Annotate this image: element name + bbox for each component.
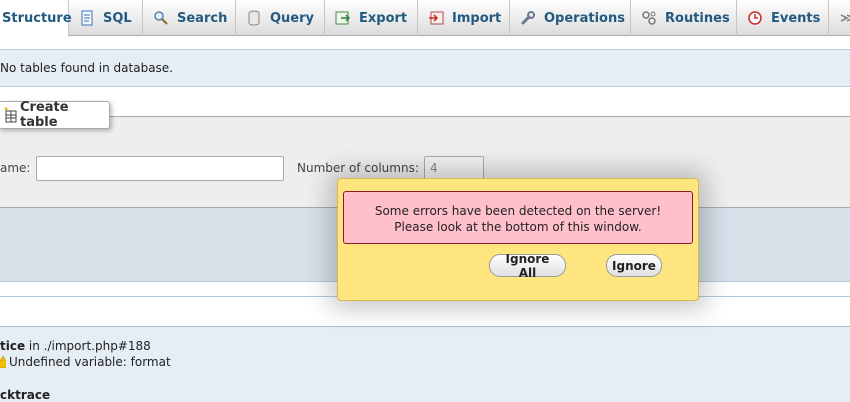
tab-label: Events xyxy=(771,10,821,26)
ignore-all-button[interactable]: Ignore All xyxy=(489,252,566,280)
routines-icon xyxy=(641,10,657,26)
tab-label: Routines xyxy=(665,10,730,26)
number-of-columns-label: Number of columns: xyxy=(297,161,419,175)
tab-sql[interactable]: SQL xyxy=(69,0,143,36)
tab-label: Operations xyxy=(544,10,625,26)
legend-label: Create table xyxy=(20,100,69,130)
table-name-input[interactable] xyxy=(36,156,284,181)
error-message-line: Undefined variable: format xyxy=(0,355,171,369)
query-icon xyxy=(246,10,262,26)
error-message: Undefined variable: format xyxy=(9,355,171,369)
tab-routines[interactable]: Routines xyxy=(631,0,737,36)
tab-export[interactable]: Export xyxy=(325,0,418,36)
tab-label: Import xyxy=(452,10,502,26)
tab-import[interactable]: Import xyxy=(418,0,510,36)
import-icon xyxy=(428,10,444,26)
clock-icon xyxy=(747,10,763,26)
no-tables-notice: No tables found in database. xyxy=(0,49,850,87)
more-tabs-icon xyxy=(839,10,850,26)
tab-label: Search xyxy=(177,10,228,26)
tab-events[interactable]: Events xyxy=(737,0,829,36)
export-icon xyxy=(335,10,351,26)
dialog-message-line-1: Some errors have been detected on the se… xyxy=(374,204,662,218)
search-icon xyxy=(153,10,169,26)
warning-icon xyxy=(0,355,11,369)
top-tab-bar: Structure SQL Search Query Export Import xyxy=(0,0,850,37)
create-table-icon xyxy=(3,107,17,123)
backtrace-heading: cktrace xyxy=(0,388,51,402)
table-name-label: ame: xyxy=(0,161,31,175)
error-message-box: Some errors have been detected on the se… xyxy=(343,191,693,244)
tab-label: Query xyxy=(270,10,315,26)
sql-icon xyxy=(79,10,95,26)
notice-text: No tables found in database. xyxy=(0,61,174,75)
error-notice-line: tice in ./import.php#188 xyxy=(0,339,151,353)
tab-more[interactable] xyxy=(829,0,850,36)
ignore-button[interactable]: Ignore xyxy=(606,254,662,277)
tab-search[interactable]: Search xyxy=(143,0,236,36)
server-error-dialog: Some errors have been detected on the se… xyxy=(337,178,699,301)
error-notice-location: in ./import.php#188 xyxy=(25,339,151,353)
tab-label: SQL xyxy=(103,10,132,26)
tab-structure[interactable]: Structure xyxy=(0,0,72,37)
error-notice-prefix: tice xyxy=(0,339,26,353)
dialog-message-line-2: Please look at the bottom of this window… xyxy=(394,220,642,234)
tab-label: Structure xyxy=(2,10,72,26)
tab-query[interactable]: Query xyxy=(236,0,325,36)
tab-operations[interactable]: Operations xyxy=(510,0,631,36)
tab-label: Export xyxy=(359,10,408,26)
wrench-icon xyxy=(520,10,536,26)
create-table-legend: Create table xyxy=(0,100,110,130)
